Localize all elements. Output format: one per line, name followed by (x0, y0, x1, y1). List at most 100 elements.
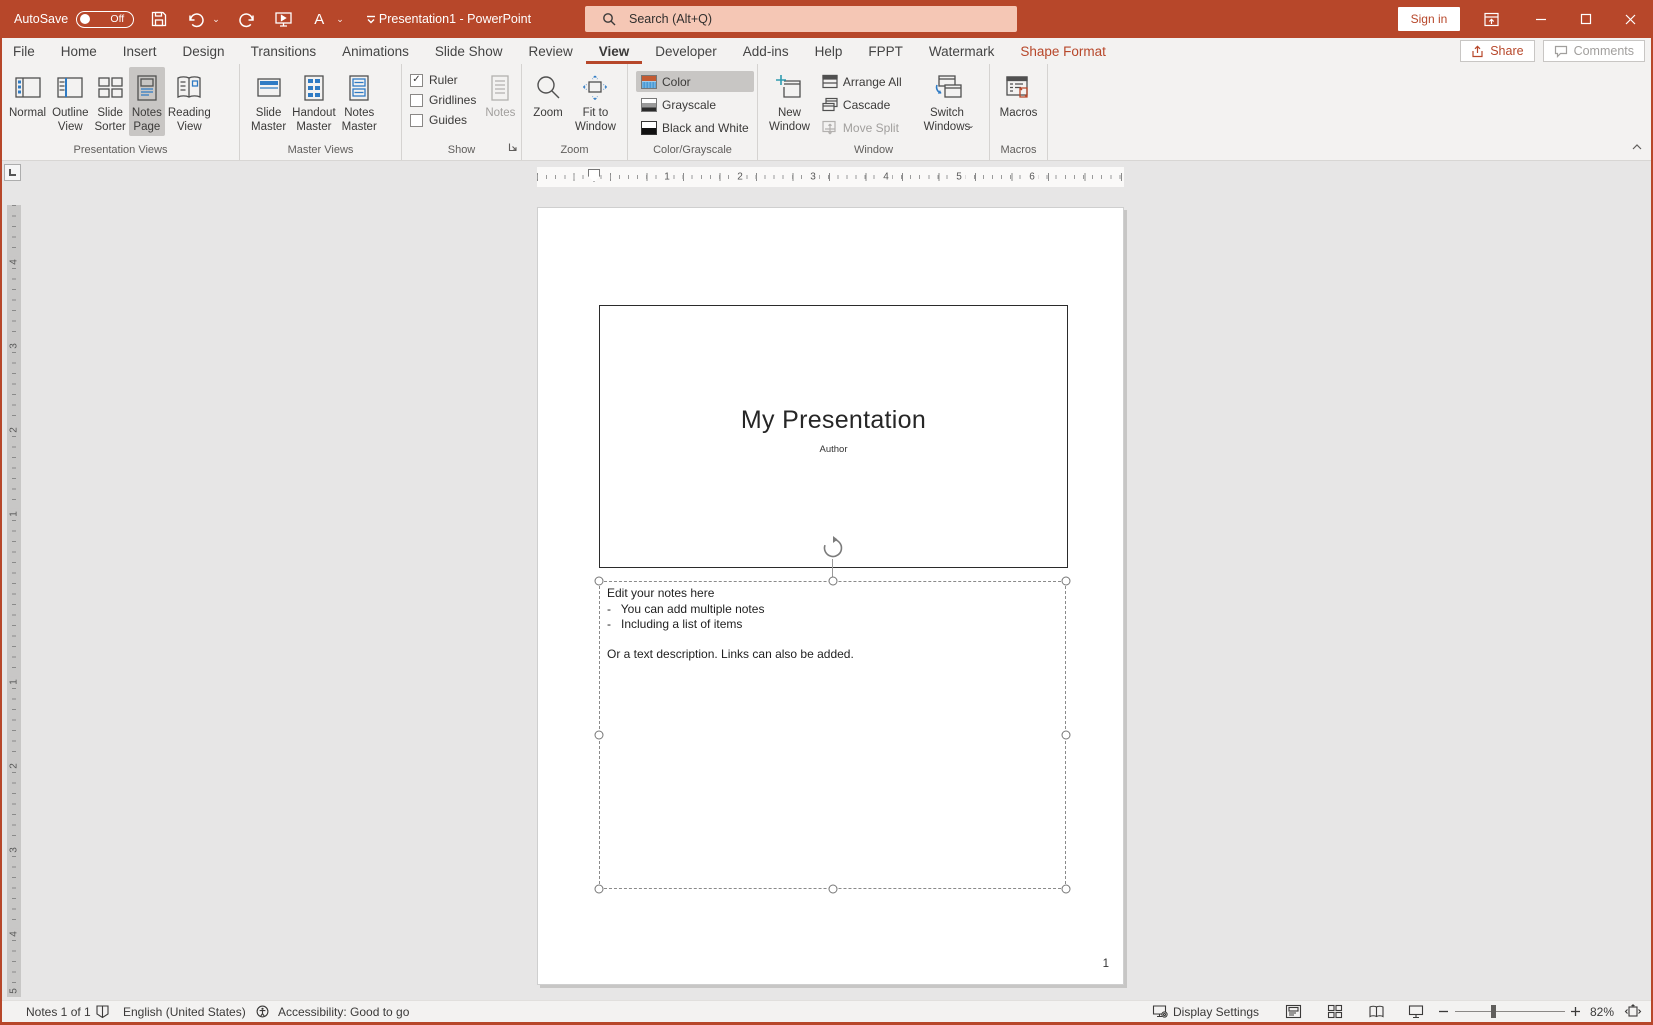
slide-master-button[interactable]: Slide Master (248, 67, 289, 136)
arrange-all-button[interactable]: Arrange All (817, 71, 907, 92)
notes-master-button[interactable]: Notes Master (339, 67, 380, 136)
slide-sorter-label: Slide Sorter (95, 107, 126, 134)
accessibility-status[interactable]: Accessibility: Good to go (278, 1001, 409, 1022)
fit-to-window-button[interactable]: Fit to Window (572, 67, 619, 136)
resize-handle-top-right[interactable] (1062, 577, 1071, 586)
zoom-label: Zoom (533, 107, 562, 121)
comments-button[interactable]: Comments (1543, 40, 1645, 62)
fit-slide-to-window-icon[interactable] (1624, 1001, 1642, 1022)
resize-handle-bottom-right[interactable] (1062, 885, 1071, 894)
search-placeholder: Search (Alt+Q) (629, 12, 712, 26)
vruler-number: 4 (9, 257, 20, 267)
ribbon-display-options-icon[interactable] (1474, 0, 1508, 38)
rotate-handle[interactable] (820, 535, 846, 561)
resize-handle-bottom-left[interactable] (595, 885, 604, 894)
tab-shape-format[interactable]: Shape Format (1007, 38, 1119, 64)
display-settings-label[interactable]: Display Settings (1173, 1001, 1259, 1022)
hruler-number: 2 (734, 172, 746, 183)
tab-home[interactable]: Home (48, 38, 110, 64)
indent-marker[interactable] (588, 169, 600, 182)
tab-view[interactable]: View (586, 38, 643, 64)
gridlines-checkbox[interactable]: Gridlines (410, 93, 476, 107)
slide-sorter-button[interactable]: Slide Sorter (92, 67, 129, 136)
tab-file[interactable]: File (0, 38, 48, 64)
save-icon[interactable] (148, 4, 170, 34)
resize-handle-top-center[interactable] (829, 577, 838, 586)
handout-master-button[interactable]: Handout Master (289, 67, 338, 136)
normal-view-icon (13, 71, 43, 105)
show-dialog-launcher-icon[interactable] (508, 139, 518, 157)
tab-insert[interactable]: Insert (110, 38, 170, 64)
black-and-white-button[interactable]: Black and White (636, 117, 754, 138)
autosave-toggle[interactable]: AutoSave Off (14, 11, 134, 28)
group-label-window: Window (758, 142, 989, 160)
resize-handle-top-left[interactable] (595, 577, 604, 586)
normal-view-status-icon[interactable] (1285, 1001, 1302, 1022)
group-master-views: Slide Master Handout Master (240, 64, 402, 160)
notes-text[interactable]: Edit your notes here - You can add multi… (607, 586, 1047, 662)
minimize-button[interactable] (1518, 0, 1563, 38)
close-button[interactable] (1608, 0, 1653, 38)
slide-sorter-status-icon[interactable] (1327, 1001, 1343, 1022)
color-button[interactable]: Color (636, 71, 754, 92)
tab-watermark[interactable]: Watermark (916, 38, 1008, 64)
resize-handle-middle-left[interactable] (595, 731, 604, 740)
tab-help[interactable]: Help (802, 38, 856, 64)
outline-view-button[interactable]: Outline View (49, 67, 91, 136)
resize-handle-bottom-center[interactable] (829, 885, 838, 894)
autosave-switch[interactable]: Off (76, 11, 134, 28)
grayscale-button[interactable]: Grayscale (636, 94, 754, 115)
switch-windows-button[interactable]: Switch Windows ⌄ (921, 67, 974, 136)
horizontal-ruler: 1 2 3 4 5 6 (537, 167, 1124, 187)
tab-fppt[interactable]: FPPT (855, 38, 916, 64)
share-button[interactable]: Share (1460, 40, 1534, 62)
notes-show-button[interactable]: Notes (482, 67, 518, 123)
slide-indicator[interactable]: Notes 1 of 1 (26, 1001, 91, 1022)
tab-design[interactable]: Design (170, 38, 238, 64)
comments-label: Comments (1574, 44, 1634, 58)
collapse-ribbon-icon[interactable] (1631, 143, 1643, 154)
new-window-button[interactable]: New Window (766, 67, 813, 136)
sign-in-button[interactable]: Sign in (1398, 7, 1460, 31)
tab-developer[interactable]: Developer (642, 38, 730, 64)
spell-check-icon[interactable] (95, 1001, 110, 1022)
notes-show-icon (486, 71, 514, 105)
cascade-button[interactable]: Cascade (817, 94, 907, 115)
zoom-out-button[interactable] (1438, 1001, 1449, 1022)
tab-add-ins[interactable]: Add-ins (730, 38, 802, 64)
zoom-percentage[interactable]: 82% (1590, 1001, 1614, 1022)
tab-review[interactable]: Review (515, 38, 585, 64)
reading-view-button[interactable]: Reading View (165, 67, 214, 136)
search-input[interactable]: Search (Alt+Q) (585, 6, 1017, 32)
move-split-button[interactable]: Move Split (817, 117, 907, 138)
redo-icon[interactable] (236, 4, 258, 34)
slide-show-status-icon[interactable] (1408, 1001, 1424, 1022)
normal-view-button[interactable]: Normal (6, 67, 49, 123)
font-quick-icon[interactable]: A (308, 4, 330, 34)
resize-handle-middle-right[interactable] (1062, 731, 1071, 740)
tab-animations[interactable]: Animations (329, 38, 422, 64)
display-settings-icon[interactable] (1152, 1001, 1169, 1022)
notes-line: Or a text description. Links can also be… (607, 647, 1047, 663)
macros-button[interactable]: Macros (997, 67, 1041, 123)
tab-transitions[interactable]: Transitions (238, 38, 330, 64)
zoom-slider-thumb[interactable] (1491, 1005, 1496, 1018)
language-indicator[interactable]: English (United States) (123, 1001, 246, 1022)
maximize-button[interactable] (1563, 0, 1608, 38)
tab-slide-show[interactable]: Slide Show (422, 38, 516, 64)
zoom-slider[interactable] (1455, 1001, 1565, 1022)
undo-icon[interactable] (184, 4, 206, 34)
accessibility-icon[interactable] (255, 1001, 270, 1022)
notes-page-button[interactable]: Notes Page (129, 67, 165, 136)
notes-line: - You can add multiple notes (607, 602, 1047, 618)
reading-view-status-icon[interactable] (1368, 1001, 1385, 1022)
guides-checkbox[interactable]: Guides (410, 113, 476, 127)
undo-dropdown-icon[interactable]: ⌄ (212, 14, 222, 25)
start-from-beginning-icon[interactable] (272, 4, 294, 34)
tab-selector-button[interactable] (4, 164, 21, 181)
slide-thumbnail[interactable]: My Presentation Author (599, 305, 1068, 568)
zoom-in-button[interactable] (1570, 1001, 1581, 1022)
ruler-checkbox-box: ✓ (410, 74, 423, 87)
zoom-button[interactable]: Zoom (530, 67, 566, 123)
ruler-checkbox[interactable]: ✓ Ruler (410, 73, 476, 87)
